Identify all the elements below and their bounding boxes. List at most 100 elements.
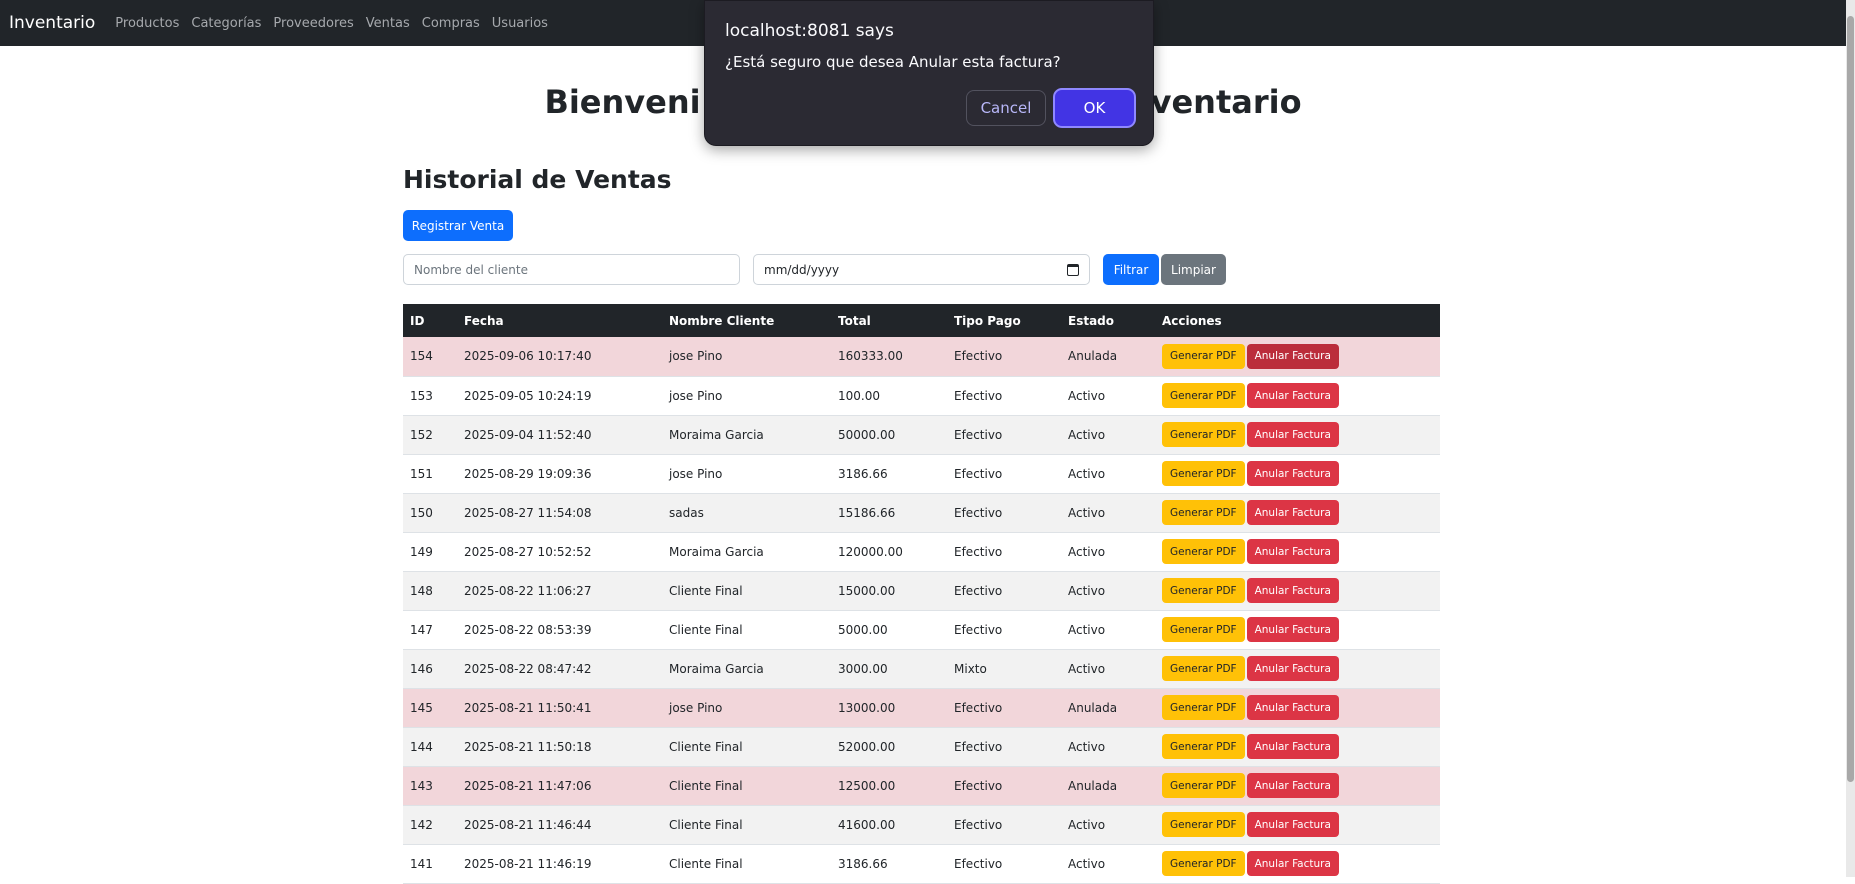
cell-tipo-pago: Efectivo: [947, 766, 1061, 806]
cell-cliente: Moraima Garcia: [662, 532, 831, 572]
cell-estado: Activo: [1061, 415, 1155, 455]
cell-cliente: Cliente Final: [662, 844, 831, 884]
cell-estado: Anulada: [1061, 337, 1155, 377]
cell-fecha: 2025-09-05 10:24:19: [457, 376, 662, 416]
cell-acciones: Generar PDF Anular Factura: [1155, 805, 1440, 845]
anular-factura-button[interactable]: Anular Factura: [1246, 773, 1339, 798]
generar-pdf-button[interactable]: Generar PDF: [1162, 343, 1245, 369]
anular-factura-button[interactable]: Anular Factura: [1246, 422, 1339, 447]
header-tipo-pago: Tipo Pago: [954, 313, 1021, 328]
limpiar-button[interactable]: Limpiar: [1161, 254, 1226, 285]
anular-factura-button[interactable]: Anular Factura: [1246, 812, 1339, 837]
generar-pdf-button[interactable]: Generar PDF: [1162, 461, 1245, 486]
nav-link-categorias[interactable]: Categorías: [191, 16, 261, 31]
table-row: 144 2025-08-21 11:50:18 Cliente Final 52000…: [403, 727, 1440, 767]
cell-total: 3186.66: [831, 844, 947, 884]
cell-total: 5000.00: [831, 610, 947, 650]
cell-tipo-pago: Efectivo: [947, 805, 1061, 845]
nav-link-proveedores[interactable]: Proveedores: [273, 16, 353, 31]
dialog-cancel-button[interactable]: Cancel: [966, 90, 1046, 126]
cell-cliente: jose Pino: [662, 376, 831, 416]
dialog-ok-button[interactable]: OK: [1053, 88, 1136, 128]
table-header-row: ID Fecha Nombre Cliente Total Tipo Pago …: [403, 304, 1440, 337]
nav-link-productos[interactable]: Productos: [115, 16, 179, 31]
cell-id: 141: [403, 844, 457, 884]
cell-id: 150: [403, 493, 457, 533]
welcome-text-left: Bienveni: [544, 83, 701, 121]
navbar-brand[interactable]: Inventario: [9, 13, 95, 33]
table-row: 154 2025-09-06 10:17:40 jose Pino 160333.00…: [403, 337, 1440, 377]
cell-cliente: Cliente Final: [662, 571, 831, 611]
cliente-search-input[interactable]: Nombre del cliente: [403, 254, 740, 285]
cell-acciones: Generar PDF Anular Factura: [1155, 688, 1440, 728]
cell-tipo-pago: Efectivo: [947, 337, 1061, 377]
table-row: 149 2025-08-27 10:52:52 Moraima Garcia 1200…: [403, 532, 1440, 572]
generar-pdf-button[interactable]: Generar PDF: [1162, 617, 1245, 642]
anular-factura-button[interactable]: Anular Factura: [1246, 539, 1339, 564]
cell-estado: Activo: [1061, 649, 1155, 689]
cell-tipo-pago: Efectivo: [947, 532, 1061, 572]
generar-pdf-button[interactable]: Generar PDF: [1162, 383, 1245, 408]
header-acciones: Acciones: [1162, 313, 1222, 328]
registrar-venta-button[interactable]: Registrar Venta: [403, 210, 513, 241]
cell-id: 143: [403, 766, 457, 806]
table-row: 146 2025-08-22 08:47:42 Moraima Garcia 3000…: [403, 649, 1440, 689]
nav-link-usuarios[interactable]: Usuarios: [492, 16, 548, 31]
cell-total: 52000.00: [831, 727, 947, 767]
generar-pdf-button[interactable]: Generar PDF: [1162, 773, 1245, 798]
nav-link-ventas[interactable]: Ventas: [366, 16, 410, 31]
page-title: Historial de Ventas: [403, 165, 672, 194]
cell-acciones: Generar PDF Anular Factura: [1155, 649, 1440, 689]
filtrar-button[interactable]: Filtrar: [1103, 254, 1159, 285]
cell-tipo-pago: Efectivo: [947, 454, 1061, 494]
cell-fecha: 2025-08-29 19:09:36: [457, 454, 662, 494]
table-row: 147 2025-08-22 08:53:39 Cliente Final 5000.…: [403, 610, 1440, 650]
cell-tipo-pago: Mixto: [947, 649, 1061, 689]
anular-factura-button[interactable]: Anular Factura: [1246, 343, 1339, 369]
cell-fecha: 2025-08-22 08:53:39: [457, 610, 662, 650]
generar-pdf-button[interactable]: Generar PDF: [1162, 422, 1245, 447]
anular-factura-button[interactable]: Anular Factura: [1246, 578, 1339, 603]
cell-acciones: Generar PDF Anular Factura: [1155, 610, 1440, 650]
generar-pdf-button[interactable]: Generar PDF: [1162, 695, 1245, 720]
cell-fecha: 2025-08-21 11:46:19: [457, 844, 662, 884]
anular-factura-button[interactable]: Anular Factura: [1246, 656, 1339, 681]
anular-factura-button[interactable]: Anular Factura: [1246, 461, 1339, 486]
fecha-date-input[interactable]: mm/dd/yyyy: [753, 254, 1090, 285]
generar-pdf-button[interactable]: Generar PDF: [1162, 851, 1245, 876]
generar-pdf-button[interactable]: Generar PDF: [1162, 734, 1245, 759]
anular-factura-button[interactable]: Anular Factura: [1246, 851, 1339, 876]
anular-factura-button[interactable]: Anular Factura: [1246, 734, 1339, 759]
table-row: 142 2025-08-21 11:46:44 Cliente Final 41600…: [403, 805, 1440, 845]
generar-pdf-button[interactable]: Generar PDF: [1162, 812, 1245, 837]
nav-link-compras[interactable]: Compras: [422, 16, 480, 31]
cell-cliente: Cliente Final: [662, 727, 831, 767]
scrollbar-thumb[interactable]: [1847, 16, 1854, 782]
cell-id: 152: [403, 415, 457, 455]
cell-fecha: 2025-08-22 08:47:42: [457, 649, 662, 689]
generar-pdf-button[interactable]: Generar PDF: [1162, 500, 1245, 525]
header-fecha: Fecha: [464, 313, 504, 328]
cell-total: 50000.00: [831, 415, 947, 455]
cell-id: 153: [403, 376, 457, 416]
cell-fecha: 2025-08-27 10:52:52: [457, 532, 662, 572]
cell-fecha: 2025-08-21 11:47:06: [457, 766, 662, 806]
anular-factura-button[interactable]: Anular Factura: [1246, 695, 1339, 720]
table-row: 145 2025-08-21 11:50:41 jose Pino 13000.00 E…: [403, 688, 1440, 728]
cell-tipo-pago: Efectivo: [947, 493, 1061, 533]
anular-factura-button[interactable]: Anular Factura: [1246, 617, 1339, 642]
generar-pdf-button[interactable]: Generar PDF: [1162, 539, 1245, 564]
cell-fecha: 2025-08-21 11:50:18: [457, 727, 662, 767]
generar-pdf-button[interactable]: Generar PDF: [1162, 578, 1245, 603]
cell-id: 142: [403, 805, 457, 845]
cell-cliente: Cliente Final: [662, 610, 831, 650]
page-scrollbar[interactable]: [1846, 0, 1855, 877]
anular-factura-button[interactable]: Anular Factura: [1246, 383, 1339, 408]
cell-acciones: Generar PDF Anular Factura: [1155, 844, 1440, 884]
cell-total: 15186.66: [831, 493, 947, 533]
generar-pdf-button[interactable]: Generar PDF: [1162, 656, 1245, 681]
calendar-icon[interactable]: [1067, 264, 1079, 276]
welcome-text-right: ventario: [1150, 83, 1302, 121]
anular-factura-button[interactable]: Anular Factura: [1246, 500, 1339, 525]
cell-estado: Activo: [1061, 532, 1155, 572]
